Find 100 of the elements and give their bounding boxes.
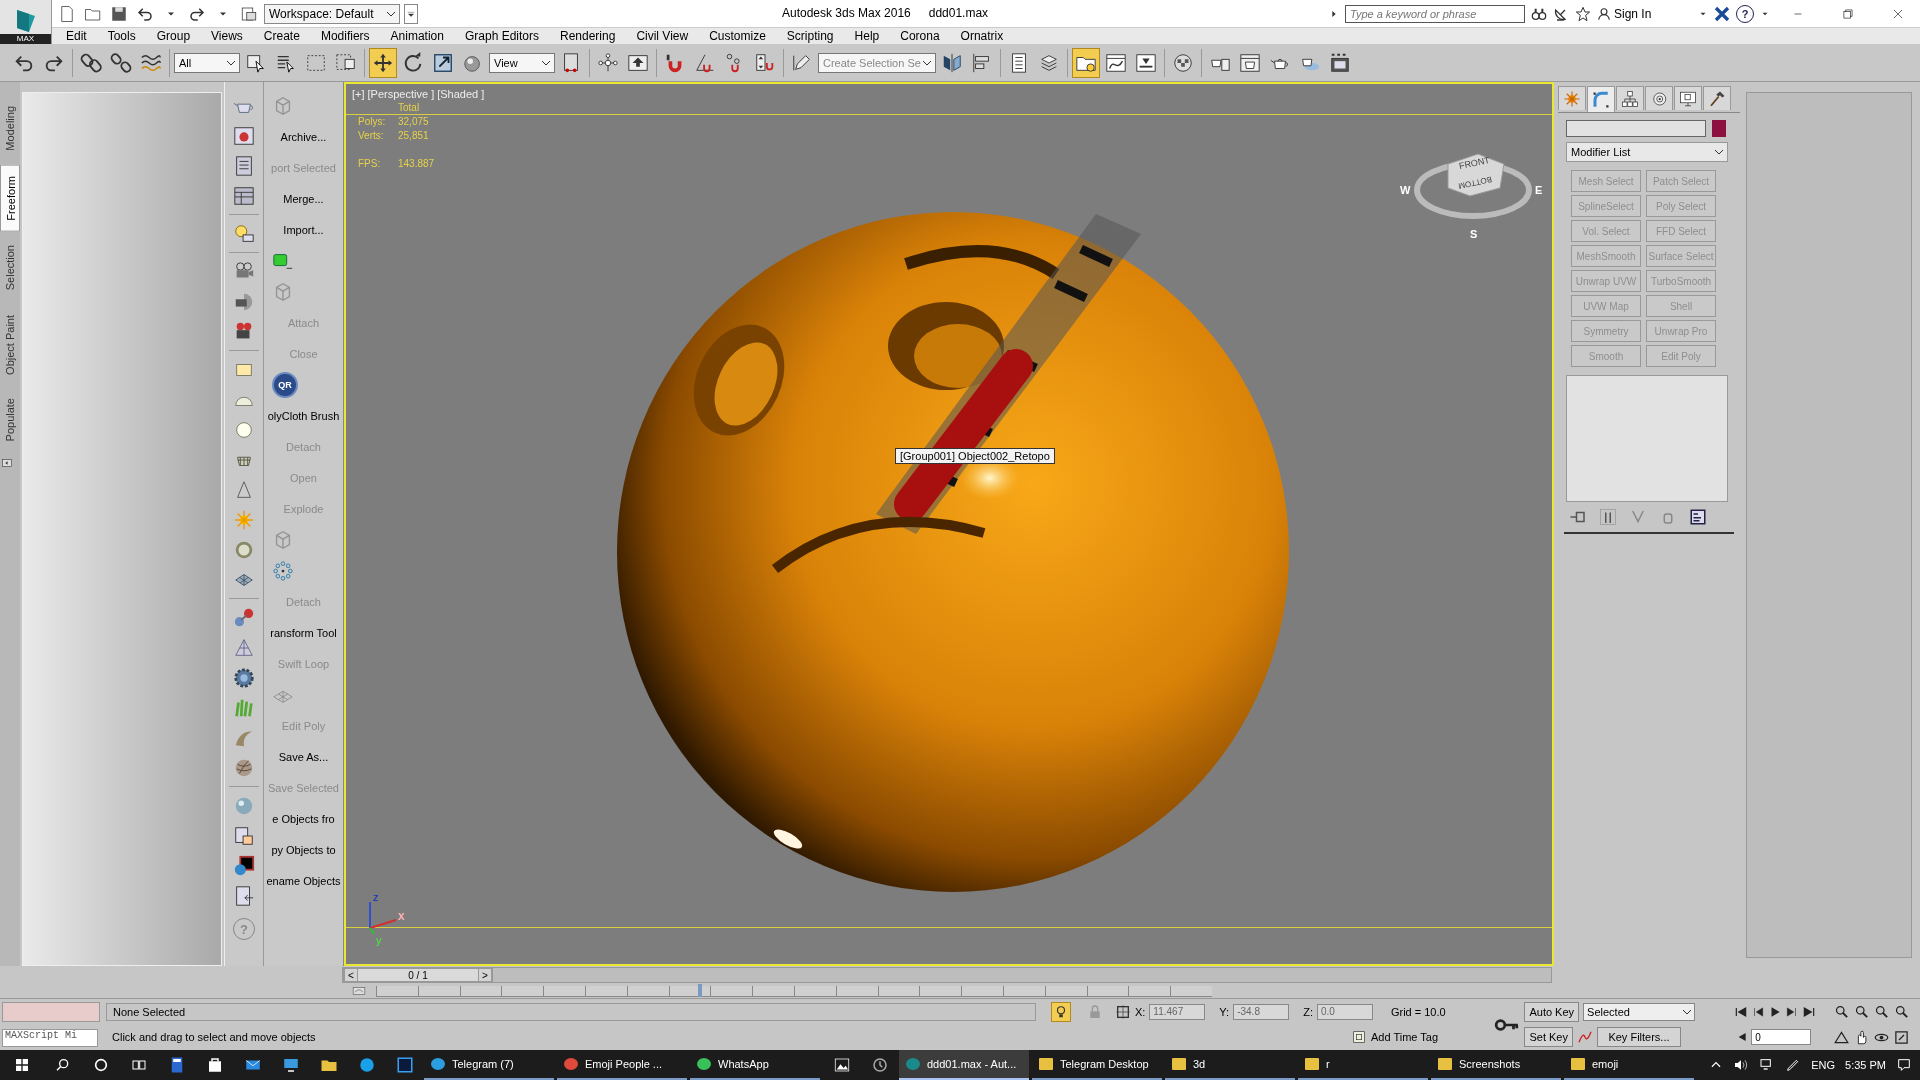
ribbon-tab[interactable]: Modeling xyxy=(0,96,20,161)
curve-editor-icon[interactable] xyxy=(352,984,366,998)
menu-item[interactable]: Scripting xyxy=(774,28,843,44)
x-logo-icon[interactable] xyxy=(1714,5,1730,22)
add-time-tag-button[interactable]: Add Time Tag xyxy=(1370,1031,1438,1044)
zoom-all-icon[interactable] xyxy=(1854,1004,1870,1020)
y-field[interactable]: -34.8 xyxy=(1233,1003,1290,1020)
caret-icon[interactable] xyxy=(1715,149,1723,155)
list-window-icon[interactable] xyxy=(233,154,255,177)
document-arrow-icon[interactable] xyxy=(233,884,255,907)
monitor-icon[interactable] xyxy=(282,1056,300,1074)
menu-item[interactable]: Edit xyxy=(54,28,96,44)
menu-item[interactable]: Ornatrix xyxy=(948,28,1013,44)
viewport-label[interactable]: [Perspective ] xyxy=(367,88,435,100)
zoom-icon[interactable] xyxy=(1834,1004,1850,1020)
menu-item[interactable]: Corona xyxy=(888,28,949,44)
key-mode-dropdown[interactable]: Selected xyxy=(1583,1002,1696,1021)
modifier-list-dropdown[interactable]: Modifier List xyxy=(1566,142,1728,162)
track-bar[interactable] xyxy=(376,985,1212,997)
menu-item[interactable]: Customize xyxy=(697,28,775,44)
ring-icon[interactable] xyxy=(93,1057,109,1073)
folder-icon[interactable] xyxy=(1072,47,1100,78)
taskbar-window[interactable]: ddd01.max - Aut... xyxy=(899,1050,1029,1080)
taskbar-window[interactable]: Telegram Desktop xyxy=(1032,1050,1162,1080)
curve-icon[interactable] xyxy=(1587,86,1615,112)
molecule-icon[interactable] xyxy=(233,606,255,629)
script-button[interactable]: ransform Tool xyxy=(264,617,343,648)
new-file-icon[interactable] xyxy=(58,4,76,23)
script-button[interactable]: Save As... xyxy=(264,741,343,772)
x-field[interactable]: 11.467 xyxy=(1149,1003,1206,1020)
pipe-icon[interactable] xyxy=(1598,508,1618,526)
time-slider-track[interactable]: < 0 / 1 > xyxy=(342,967,1552,983)
taskbar-window[interactable]: Emoji People ... xyxy=(557,1050,687,1080)
task-view-icon[interactable] xyxy=(131,1057,147,1073)
search-field[interactable]: Type a keyword or phrase xyxy=(1345,4,1525,23)
script-button[interactable]: Import... xyxy=(264,214,343,245)
key-tangent-icon[interactable] xyxy=(1576,1029,1593,1046)
hammer-icon[interactable] xyxy=(1703,86,1731,110)
chat-app-icon[interactable] xyxy=(358,1056,376,1074)
caret-icon[interactable] xyxy=(387,10,395,17)
menu-item[interactable]: Rendering xyxy=(548,28,625,44)
notification-icon[interactable] xyxy=(1896,1057,1912,1073)
ribbon-tab[interactable]: Object Paint xyxy=(0,304,20,385)
previous-frame-button[interactable]: < xyxy=(344,968,358,982)
menu-item[interactable]: Group xyxy=(144,28,200,44)
maximize-viewport-icon[interactable] xyxy=(1894,1029,1910,1045)
move-icon[interactable] xyxy=(369,47,397,78)
caret-icon[interactable] xyxy=(227,59,235,66)
caret-icon[interactable] xyxy=(542,59,550,66)
time-slider[interactable]: < 0 / 1 > xyxy=(343,968,493,982)
time-tag-icon[interactable] xyxy=(1350,1029,1367,1046)
z-field[interactable]: 0.0 xyxy=(1316,1003,1373,1020)
concentric-circles-icon[interactable] xyxy=(1645,86,1673,110)
windows-logo-icon[interactable] xyxy=(14,1057,30,1073)
go-to-end-icon[interactable] xyxy=(1802,1004,1817,1019)
zoom-extents-icon[interactable] xyxy=(1874,1004,1890,1020)
field-of-view-icon[interactable] xyxy=(1834,1029,1850,1045)
dark-square-icon[interactable] xyxy=(396,1056,414,1074)
light-bulb-icon[interactable] xyxy=(233,222,255,245)
menu-item[interactable]: Graph Editors xyxy=(452,28,548,44)
taskbar-window[interactable]: 3d xyxy=(1165,1050,1295,1080)
image-document-icon[interactable] xyxy=(233,824,255,847)
taskbar-window[interactable]: Screenshots xyxy=(1431,1050,1561,1080)
app-logo[interactable]: MAX xyxy=(0,0,52,44)
script-button[interactable]: ename Objects xyxy=(264,865,343,896)
object-name-field[interactable] xyxy=(1566,120,1706,137)
frame-marker[interactable] xyxy=(698,983,702,997)
taskbar-window[interactable]: r xyxy=(1298,1050,1428,1080)
script-button[interactable]: py Objects to xyxy=(264,834,343,865)
clock-time[interactable]: 5:35 PM xyxy=(1845,1059,1886,1071)
script-button[interactable]: Archive... xyxy=(264,121,343,152)
menu-item[interactable]: Tools xyxy=(95,28,145,44)
menu-item[interactable]: Create xyxy=(251,28,309,44)
ribbon-tab[interactable]: Selection xyxy=(0,235,20,301)
set-key-button[interactable]: Set Key xyxy=(1524,1027,1573,1048)
configure-icon[interactable] xyxy=(1688,508,1708,526)
workspace-dropdown[interactable]: Workspace: Default xyxy=(264,3,400,24)
isolate-toggle-icon[interactable] xyxy=(1050,1001,1071,1022)
menu-item[interactable]: Views xyxy=(199,28,252,44)
auto-key-button[interactable]: Auto Key xyxy=(1524,1001,1580,1022)
taskbar-window[interactable]: WhatsApp xyxy=(690,1050,820,1080)
shopping-bag-icon[interactable] xyxy=(206,1056,224,1074)
monitor-icon[interactable] xyxy=(1674,86,1702,110)
next-frame-button[interactable]: > xyxy=(478,968,492,982)
viewport-label[interactable]: [+] xyxy=(352,88,365,100)
frame-field[interactable]: 0 xyxy=(1751,1029,1812,1046)
sphere-frame-icon[interactable] xyxy=(233,854,255,877)
taskbar-window[interactable]: Telegram (7) xyxy=(424,1050,554,1080)
script-button[interactable]: e Objects fro xyxy=(264,803,343,834)
hierarchy-icon[interactable] xyxy=(1616,86,1644,110)
dot-ring-icon[interactable] xyxy=(272,559,294,582)
previous-key-icon[interactable] xyxy=(1751,1004,1766,1019)
gear-icon[interactable] xyxy=(233,666,255,689)
clock-icon[interactable] xyxy=(871,1056,889,1074)
menu-item[interactable]: Help xyxy=(842,28,889,44)
menu-item[interactable]: Civil View xyxy=(624,28,698,44)
viewport[interactable]: [+] [Perspective ] [Shaded ] Total Polys: 32,075 Verts: 25,851 FPS: 143.887 [Group001] Object002_Retopo FRONT BOTTOM W S E z x y xyxy=(344,82,1554,966)
menu-item[interactable]: Animation xyxy=(378,28,453,44)
restore-icon[interactable] xyxy=(1841,6,1855,21)
go-to-start-icon[interactable] xyxy=(1734,1004,1749,1019)
